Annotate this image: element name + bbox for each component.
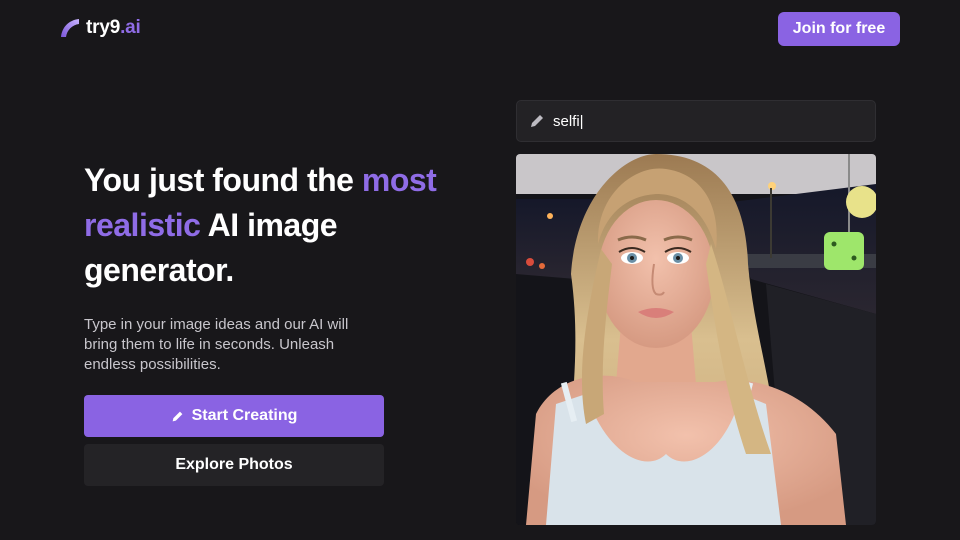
top-nav: try9.ai Join for free: [0, 0, 960, 58]
explore-photos-button[interactable]: Explore Photos: [84, 444, 384, 486]
logo-tld: .ai: [120, 17, 141, 38]
hero-subtext: Type in your image ideas and our AI will…: [84, 316, 349, 373]
pencil-icon: [172, 411, 182, 421]
headline-part1: You just found the: [84, 162, 362, 198]
pencil-icon: [531, 115, 543, 127]
generated-image: [516, 154, 876, 525]
start-creating-button[interactable]: Start Creating: [84, 395, 384, 437]
start-creating-label: Start Creating: [191, 407, 298, 424]
logo-mark-icon: [61, 19, 79, 37]
hero-section: You just found the most realistic AI ima…: [84, 158, 484, 375]
hero-headline: You just found the most realistic AI ima…: [84, 158, 484, 293]
logo-text: try9.ai: [86, 17, 141, 39]
prompt-input-box[interactable]: [516, 100, 876, 142]
logo[interactable]: try9.ai: [60, 17, 141, 39]
logo-name: try9: [86, 17, 121, 38]
prompt-input[interactable]: [553, 112, 853, 130]
generated-selfie-image: [516, 154, 876, 525]
join-for-free-button[interactable]: Join for free: [778, 12, 900, 46]
